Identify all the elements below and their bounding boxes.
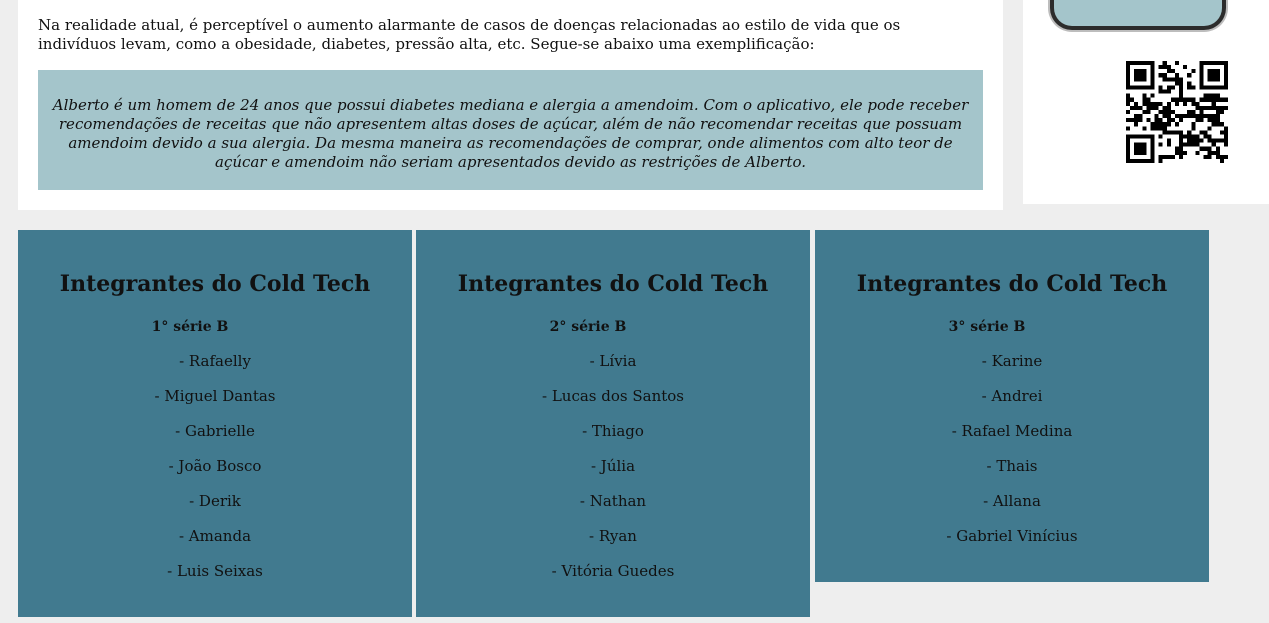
- members-list: - Rafaelly - Miguel Dantas - Gabrielle -…: [18, 352, 412, 581]
- phone-mockup-icon: [1050, 0, 1226, 30]
- list-item: - Rafael Medina: [951, 422, 1073, 440]
- members-title: Integrantes do Cold Tech: [856, 271, 1168, 297]
- class-label: 2° série B: [549, 319, 627, 335]
- list-item: - Andrei: [981, 387, 1043, 405]
- list-item: - Karine: [981, 352, 1043, 370]
- list-item: - Luis Seixas: [167, 562, 263, 580]
- list-item: - Lívia: [589, 352, 637, 370]
- list-item: - Lucas dos Santos: [541, 387, 684, 405]
- list-item: - Júlia: [590, 457, 636, 475]
- app-preview-card: [1023, 0, 1269, 204]
- list-item: - Ryan: [589, 527, 637, 545]
- members-card-2: Integrantes do Cold Tech 2° série B - Lí…: [416, 230, 810, 617]
- list-item: - Derik: [189, 492, 241, 510]
- list-item: - Thiago: [582, 422, 644, 440]
- list-item: - Amanda: [178, 527, 252, 545]
- members-title: Integrantes do Cold Tech: [59, 271, 371, 297]
- list-item: - Vitória Guedes: [551, 562, 675, 580]
- intro-paragraph: Na realidade atual, é perceptível o aume…: [38, 16, 901, 53]
- members-title: Integrantes do Cold Tech: [457, 271, 769, 297]
- members-list: - Lívia - Lucas dos Santos - Thiago - Jú…: [416, 352, 810, 581]
- list-item: - Rafaelly: [179, 352, 251, 370]
- list-item: - Thais: [986, 457, 1038, 475]
- list-item: - Allana: [983, 492, 1041, 510]
- list-item: - Nathan: [579, 492, 647, 510]
- class-label: 1° série B: [151, 319, 229, 335]
- class-label: 3° série B: [948, 319, 1026, 335]
- members-card-3: Integrantes do Cold Tech 3° série B - Ka…: [815, 230, 1209, 582]
- list-item: - Gabrielle: [175, 422, 255, 440]
- list-item: - João Bosco: [168, 457, 262, 475]
- members-list: - Karine - Andrei - Rafael Medina - Thai…: [815, 352, 1209, 546]
- members-card-1: Integrantes do Cold Tech 1° série B - Ra…: [18, 230, 412, 617]
- example-quote: Alberto é um homem de 24 anos que possui…: [38, 70, 983, 190]
- list-item: - Gabriel Vinícius: [946, 527, 1078, 545]
- list-item: - Miguel Dantas: [154, 387, 276, 405]
- intro-section: Na realidade atual, é perceptível o aume…: [18, 0, 1003, 210]
- qr-code-icon[interactable]: [1126, 61, 1228, 163]
